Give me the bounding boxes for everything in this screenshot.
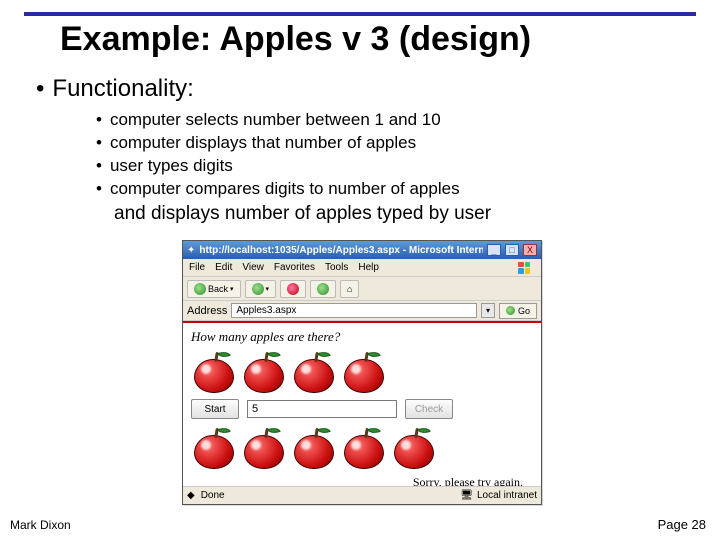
bullet-item: •computer selects number between 1 and 1… (96, 109, 696, 132)
forward-button[interactable]: ▾ (245, 280, 277, 298)
toolbar: Back ▾ ▾ ⌂ (183, 277, 541, 301)
apple-icon (341, 425, 387, 471)
apple-row-2 (191, 425, 533, 471)
apple-row-1 (191, 349, 533, 395)
status-text: Done (201, 490, 225, 501)
stop-icon (287, 283, 299, 295)
forward-icon (252, 283, 264, 295)
refresh-button[interactable] (310, 280, 336, 298)
footer-page: Page 28 (658, 517, 706, 532)
zone-indicator: 🖥 Local intranet (460, 490, 537, 501)
close-button[interactable]: X (523, 244, 537, 256)
start-button[interactable]: Start (191, 399, 239, 419)
bullet-item: •user types digits (96, 155, 696, 178)
check-button[interactable]: Check (405, 399, 453, 419)
browser-window: ✦ http://localhost:1035/Apples/Apples3.a… (182, 240, 542, 505)
window-title: http://localhost:1035/Apples/Apples3.asp… (199, 245, 483, 256)
apple-icon (191, 425, 237, 471)
home-button[interactable]: ⌂ (340, 280, 359, 298)
intranet-icon: 🖥 (460, 490, 473, 501)
back-icon (194, 283, 206, 295)
slide-title: Example: Apples v 3 (design) (60, 20, 531, 59)
input-row: Start Check (191, 399, 533, 419)
apple-icon (341, 349, 387, 395)
go-button[interactable]: Go (499, 303, 537, 319)
address-dropdown[interactable]: ▾ (481, 303, 495, 318)
menu-favorites[interactable]: Favorites (274, 262, 315, 273)
ie-icon: ✦ (187, 245, 195, 256)
apple-icon (241, 425, 287, 471)
address-input[interactable] (231, 303, 477, 318)
menu-help[interactable]: Help (358, 262, 379, 273)
bullet-item: •computer displays that number of apples (96, 132, 696, 155)
answer-input[interactable] (247, 400, 397, 418)
title-rule (24, 12, 696, 16)
apple-icon (291, 349, 337, 395)
apple-icon (191, 349, 237, 395)
window-titlebar[interactable]: ✦ http://localhost:1035/Apples/Apples3.a… (183, 241, 541, 259)
menu-edit[interactable]: Edit (215, 262, 232, 273)
stop-button[interactable] (280, 280, 306, 298)
go-icon (506, 306, 515, 315)
status-bar: ◆ Done 🖥 Local intranet (183, 486, 541, 504)
done-icon: ◆ (187, 490, 195, 501)
question-text: How many apples are there? (191, 329, 533, 345)
footer-author: Mark Dixon (10, 518, 71, 532)
maximize-button[interactable]: □ (505, 244, 519, 256)
result-line: and displays number of apples typed by u… (114, 201, 696, 227)
slide-body: •Functionality: •computer selects number… (24, 75, 696, 226)
address-label: Address (187, 305, 227, 317)
apple-icon (291, 425, 337, 471)
refresh-icon (317, 283, 329, 295)
minimize-button[interactable]: _ (487, 244, 501, 256)
heading-text: Functionality: (52, 75, 193, 102)
page-content: How many apples are there? Start Check S… (183, 323, 541, 492)
menu-file[interactable]: File (189, 262, 205, 273)
functionality-heading: •Functionality: (36, 75, 696, 103)
back-button[interactable]: Back ▾ (187, 280, 241, 298)
apple-icon (391, 425, 437, 471)
bullet-item: •computer compares digits to number of a… (96, 178, 696, 201)
windows-logo-icon (515, 259, 533, 277)
apple-icon (241, 349, 287, 395)
home-icon: ⌂ (347, 284, 352, 294)
menu-bar: File Edit View Favorites Tools Help (183, 259, 541, 277)
address-bar: Address ▾ Go (183, 301, 541, 321)
menu-view[interactable]: View (242, 262, 264, 273)
menu-tools[interactable]: Tools (325, 262, 348, 273)
